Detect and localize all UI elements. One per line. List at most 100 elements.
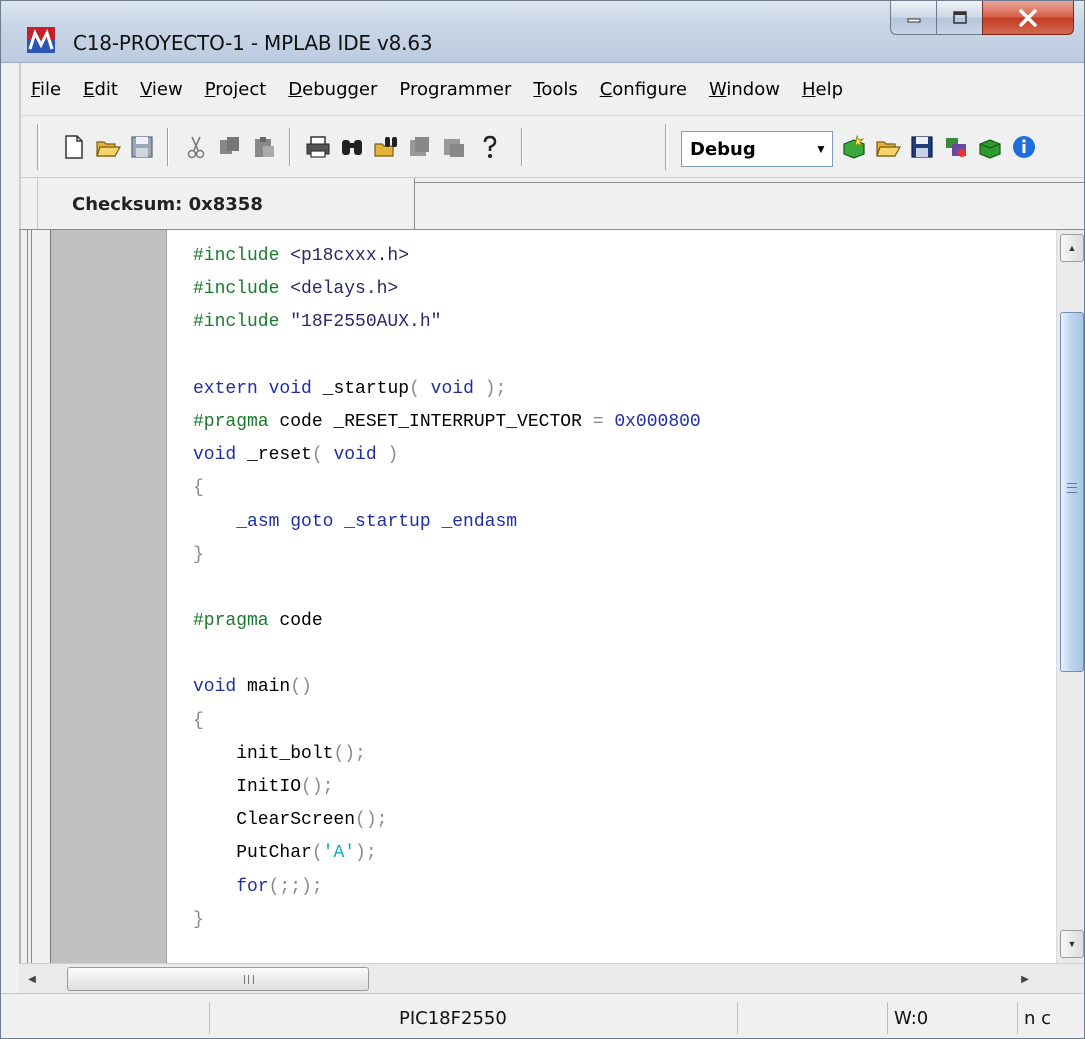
code-line[interactable]: { [193, 705, 1042, 738]
scroll-up-button[interactable]: ▲ [1060, 234, 1084, 262]
triangle-right-icon: ▶ [1021, 973, 1029, 985]
menu-project[interactable]: Project [205, 79, 267, 100]
code-line[interactable]: { [193, 472, 1042, 505]
print-icon[interactable] [305, 134, 331, 160]
status-flags: n c [1024, 1007, 1052, 1029]
save-project-icon[interactable] [909, 134, 935, 160]
toolbar-grip[interactable] [665, 124, 668, 170]
code-line[interactable]: ClearScreen(); [193, 804, 1042, 837]
triangle-down-icon: ▼ [1067, 939, 1077, 949]
open-folder-icon[interactable] [95, 134, 121, 160]
code-line[interactable]: #pragma code _RESET_INTERRUPT_VECTOR = 0… [193, 406, 1042, 439]
code-line[interactable]: #include <p18cxxx.h> [193, 240, 1042, 273]
code-token: ClearScreen [193, 810, 356, 831]
scroll-grip-icon [1067, 483, 1077, 493]
code-line[interactable]: } [193, 539, 1042, 572]
minimize-button[interactable] [890, 1, 936, 35]
menu-accelerator: P [204, 78, 216, 100]
scroll-down-button[interactable]: ▼ [1060, 930, 1084, 958]
vertical-scroll-thumb[interactable] [1060, 312, 1084, 672]
menu-edit[interactable]: Edit [83, 79, 118, 100]
code-line[interactable] [193, 572, 1042, 605]
find-icon[interactable] [339, 134, 365, 160]
code-area[interactable]: #include <p18cxxx.h> #include <delays.h> #… [193, 240, 1042, 937]
new-project-icon[interactable] [841, 134, 867, 160]
code-line[interactable]: _asm goto _startup _endasm [193, 506, 1042, 539]
code-line[interactable] [193, 638, 1042, 671]
find-in-files-icon[interactable] [373, 134, 399, 160]
new-file-icon[interactable] [61, 134, 87, 160]
menu-tools[interactable]: Tools [533, 79, 577, 100]
code-line[interactable]: void main() [193, 671, 1042, 704]
open-project-icon[interactable] [875, 134, 901, 160]
menu-programmer[interactable]: Programmer [399, 79, 511, 100]
code-line[interactable] [193, 340, 1042, 373]
scroll-left-button[interactable]: ◀ [21, 968, 43, 990]
close-icon [1019, 8, 1037, 27]
title-bar[interactable]: C18-PROYECTO-1 - MPLAB IDE v8.63 [1, 1, 1084, 63]
code-token: #include [193, 312, 291, 333]
code-line[interactable]: PutChar('A'); [193, 837, 1042, 870]
bookmark-next-icon[interactable] [441, 134, 467, 160]
code-token: void [193, 677, 237, 698]
menu-view[interactable]: View [140, 79, 183, 100]
code-line[interactable]: #include <delays.h> [193, 273, 1042, 306]
save-icon[interactable] [129, 134, 155, 160]
mplab-icon[interactable] [27, 27, 55, 53]
editor-gutter[interactable] [51, 230, 167, 964]
code-line[interactable]: #pragma code [193, 605, 1042, 638]
toolbar-separator [521, 128, 523, 166]
triangle-up-icon: ▲ [1067, 243, 1077, 253]
code-token: <delays.h> [290, 279, 399, 300]
menu-debugger[interactable]: Debugger [288, 79, 377, 100]
horizontal-scrollbar[interactable]: ◀ ▶ [19, 963, 1084, 993]
code-token: code _RESET_INTERRUPT_VECTOR [268, 411, 593, 432]
code-token: PutChar [193, 843, 312, 864]
code-token: #pragma [193, 611, 269, 632]
menu-configure[interactable]: Configure [600, 79, 687, 100]
menu-accelerator: V [139, 78, 152, 100]
vertical-scrollbar[interactable]: ▲ ▼ [1056, 230, 1084, 964]
paste-icon[interactable] [251, 134, 277, 160]
menu-label-rest: roject [215, 78, 267, 100]
scroll-right-button[interactable]: ▶ [1014, 968, 1036, 990]
toolbar-grip[interactable] [37, 124, 40, 170]
close-button[interactable] [982, 1, 1074, 35]
code-token: 0x000800 [614, 411, 701, 432]
bookmark-icon[interactable] [407, 134, 433, 160]
make-icon[interactable] [977, 134, 1003, 160]
status-wreg: W:0 [894, 1007, 929, 1029]
code-line[interactable]: extern void _startup( void ); [193, 373, 1042, 406]
maximize-button[interactable] [936, 1, 982, 35]
code-line[interactable]: } [193, 904, 1042, 937]
menu-file[interactable]: File [31, 79, 61, 100]
code-line[interactable]: for(;;); [193, 871, 1042, 904]
code-token: { [193, 710, 204, 731]
code-line[interactable]: init_bolt(); [193, 738, 1042, 771]
code-token: void [268, 378, 312, 399]
menu-help[interactable]: Help [802, 79, 843, 100]
chevron-down-icon[interactable]: ▼ [810, 142, 832, 156]
build-icon[interactable] [943, 134, 969, 160]
copy-icon[interactable] [217, 134, 243, 160]
minimize-icon [907, 18, 920, 22]
code-token: ) [376, 445, 399, 466]
help-icon[interactable] [477, 134, 503, 160]
menu-window[interactable]: Window [709, 79, 780, 100]
source-editor[interactable]: #include <p18cxxx.h> #include <delays.h> #… [19, 229, 1084, 964]
code-line[interactable]: InitIO(); [193, 771, 1042, 804]
code-line[interactable]: #include "18F2550AUX.h" [193, 306, 1042, 339]
status-cell-empty [737, 1002, 887, 1034]
tab-checksum[interactable]: Checksum: 0x8358 [37, 178, 415, 230]
tab-strip: Checksum: 0x8358 [19, 177, 1084, 230]
info-icon[interactable] [1011, 134, 1037, 160]
cut-icon[interactable] [183, 134, 209, 160]
code-token: { [193, 478, 204, 499]
status-bar: PIC18F2550 W:0 n c [1, 993, 1084, 1038]
code-line[interactable]: void _reset( void ) [193, 439, 1042, 472]
horizontal-scroll-thumb[interactable] [67, 967, 369, 991]
build-configuration-select[interactable]: Debug ▼ [681, 131, 833, 167]
maximize-icon [952, 10, 967, 24]
